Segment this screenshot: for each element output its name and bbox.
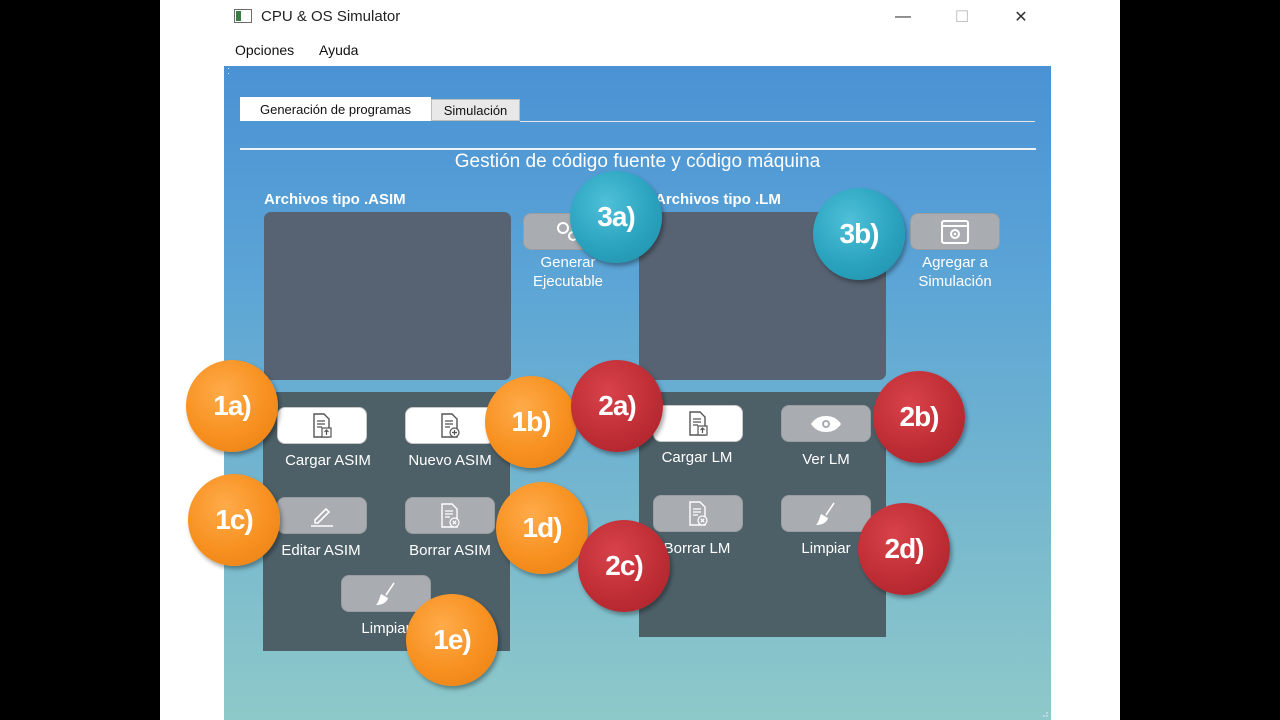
menu-opciones[interactable]: Opciones (235, 42, 294, 58)
lm-header: Archivos tipo .LM (655, 191, 781, 208)
pencil-icon (308, 504, 336, 528)
title-bar: CPU & OS Simulator — ☐ ✕ (160, 0, 1120, 36)
broom-icon (812, 501, 840, 527)
delete-file-icon (687, 500, 709, 527)
add-simulation-button[interactable] (910, 213, 1000, 250)
annotation-badge-3b: 3b) (813, 188, 905, 280)
annotation-badge-3a: 3a) (570, 171, 662, 263)
new-file-icon (439, 412, 461, 439)
new-asim-button[interactable] (405, 407, 495, 444)
section-title: Gestión de código fuente y código máquin… (454, 151, 821, 172)
delete-asim-button[interactable] (405, 497, 495, 534)
delete-lm-button[interactable] (653, 495, 743, 532)
menu-bar: Opciones Ayuda (160, 38, 1120, 64)
divider (240, 148, 1036, 150)
view-lm-label: Ver LM (802, 451, 850, 468)
annotation-badge-2d: 2d) (858, 503, 950, 595)
annotation-badge-1a: 1a) (186, 360, 278, 452)
tab-simulacion[interactable]: Simulación (431, 99, 520, 121)
edit-asim-button[interactable] (277, 497, 367, 534)
delete-file-icon (439, 502, 461, 529)
new-asim-label: Nuevo ASIM (408, 452, 492, 469)
app-icon (234, 9, 252, 23)
close-button[interactable]: ✕ (992, 0, 1050, 34)
annotation-badge-2c: 2c) (578, 520, 670, 612)
annotation-badge-2b: 2b) (873, 371, 965, 463)
tab-underline (520, 121, 1035, 122)
view-lm-button[interactable] (781, 405, 871, 442)
load-asim-button[interactable] (277, 407, 367, 444)
annotation-badge-1e: 1e) (406, 594, 498, 686)
toolbar-grip[interactable]: · · (227, 64, 230, 78)
clear-asim-button[interactable] (341, 575, 431, 612)
clear-lm-button[interactable] (781, 495, 871, 532)
load-file-icon (311, 412, 333, 439)
load-file-icon (687, 410, 709, 437)
load-lm-label: Cargar LM (661, 449, 733, 466)
annotation-badge-1b: 1b) (485, 376, 577, 468)
annotation-badge-1d: 1d) (496, 482, 588, 574)
asim-file-list[interactable] (264, 212, 511, 380)
minimize-button[interactable]: — (874, 0, 932, 34)
broom-icon (372, 581, 400, 607)
load-asim-label: Cargar ASIM (285, 452, 371, 469)
menu-ayuda[interactable]: Ayuda (319, 42, 358, 58)
asim-header: Archivos tipo .ASIM (264, 191, 406, 208)
window-gear-icon (940, 219, 970, 245)
maximize-button[interactable]: ☐ (933, 0, 991, 34)
load-lm-button[interactable] (653, 405, 743, 442)
edit-asim-label: Editar ASIM (281, 542, 361, 559)
app-window: CPU & OS Simulator — ☐ ✕ Opciones Ayuda … (160, 0, 1120, 720)
annotation-badge-1c: 1c) (188, 474, 280, 566)
tab-generacion[interactable]: Generación de programas (240, 97, 431, 121)
window-title: CPU & OS Simulator (261, 8, 401, 25)
annotation-badge-2a: 2a) (571, 360, 663, 452)
add-simulation-label: Agregar a Simulación (918, 254, 992, 290)
delete-asim-label: Borrar ASIM (409, 542, 491, 559)
eye-icon (809, 414, 843, 434)
resize-grip-icon[interactable] (1041, 710, 1049, 718)
